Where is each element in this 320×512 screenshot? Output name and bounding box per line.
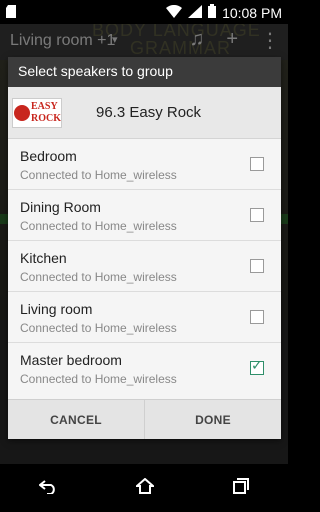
speaker-name: Bedroom [20,148,77,164]
status-bar: 10:08 PM [0,0,288,24]
speaker-status: Connected to Home_wireless [20,270,177,284]
speaker-group-dialog: Select speakers to group EASY ROCK 96.3 … [8,57,281,439]
back-icon[interactable] [38,478,57,499]
station-name: 96.3 Easy Rock [96,104,202,121]
station-logo: EASY ROCK [12,97,62,128]
done-button[interactable]: DONE [144,400,281,439]
speaker-checkbox[interactable]: ✓ [250,357,264,375]
speaker-status: Connected to Home_wireless [20,219,177,233]
wifi-icon [166,4,183,21]
speaker-name: Kitchen [20,250,67,266]
speaker-item-bedroom[interactable]: Bedroom Connected to Home_wireless ✓ [8,139,281,190]
speaker-name: Dining Room [20,199,101,215]
speaker-status: Connected to Home_wireless [20,321,177,335]
speaker-status: Connected to Home_wireless [20,372,177,386]
speaker-checkbox[interactable]: ✓ [250,208,264,222]
dialog-title: Select speakers to group [8,57,281,87]
signal-icon [188,4,203,21]
speaker-item-master-bedroom[interactable]: Master bedroom Connected to Home_wireles… [8,343,281,394]
speaker-checkbox[interactable]: ✓ [250,310,264,324]
now-playing-station: EASY ROCK 96.3 Easy Rock [8,87,281,139]
speaker-item-kitchen[interactable]: Kitchen Connected to Home_wireless ✓ [8,241,281,292]
speaker-checkbox[interactable]: ✓ [250,157,264,171]
recents-icon[interactable] [232,477,249,499]
navigation-bar [0,464,288,512]
sd-card-icon [6,5,16,23]
speaker-status: Connected to Home_wireless [20,168,177,182]
speaker-name: Master bedroom [20,352,122,368]
speaker-item-dining-room[interactable]: Dining Room Connected to Home_wireless ✓ [8,190,281,241]
cancel-button[interactable]: CANCEL [8,400,144,439]
battery-icon [208,4,217,21]
home-icon[interactable] [134,477,156,499]
speaker-name: Living room [20,301,93,317]
clock: 10:08 PM [222,4,282,21]
speaker-checkbox[interactable]: ✓ [250,259,264,273]
speaker-list: Bedroom Connected to Home_wireless ✓ Din… [8,139,281,394]
speaker-item-living-room[interactable]: Living room Connected to Home_wireless ✓ [8,292,281,343]
dialog-actions: CANCEL DONE [8,399,281,439]
